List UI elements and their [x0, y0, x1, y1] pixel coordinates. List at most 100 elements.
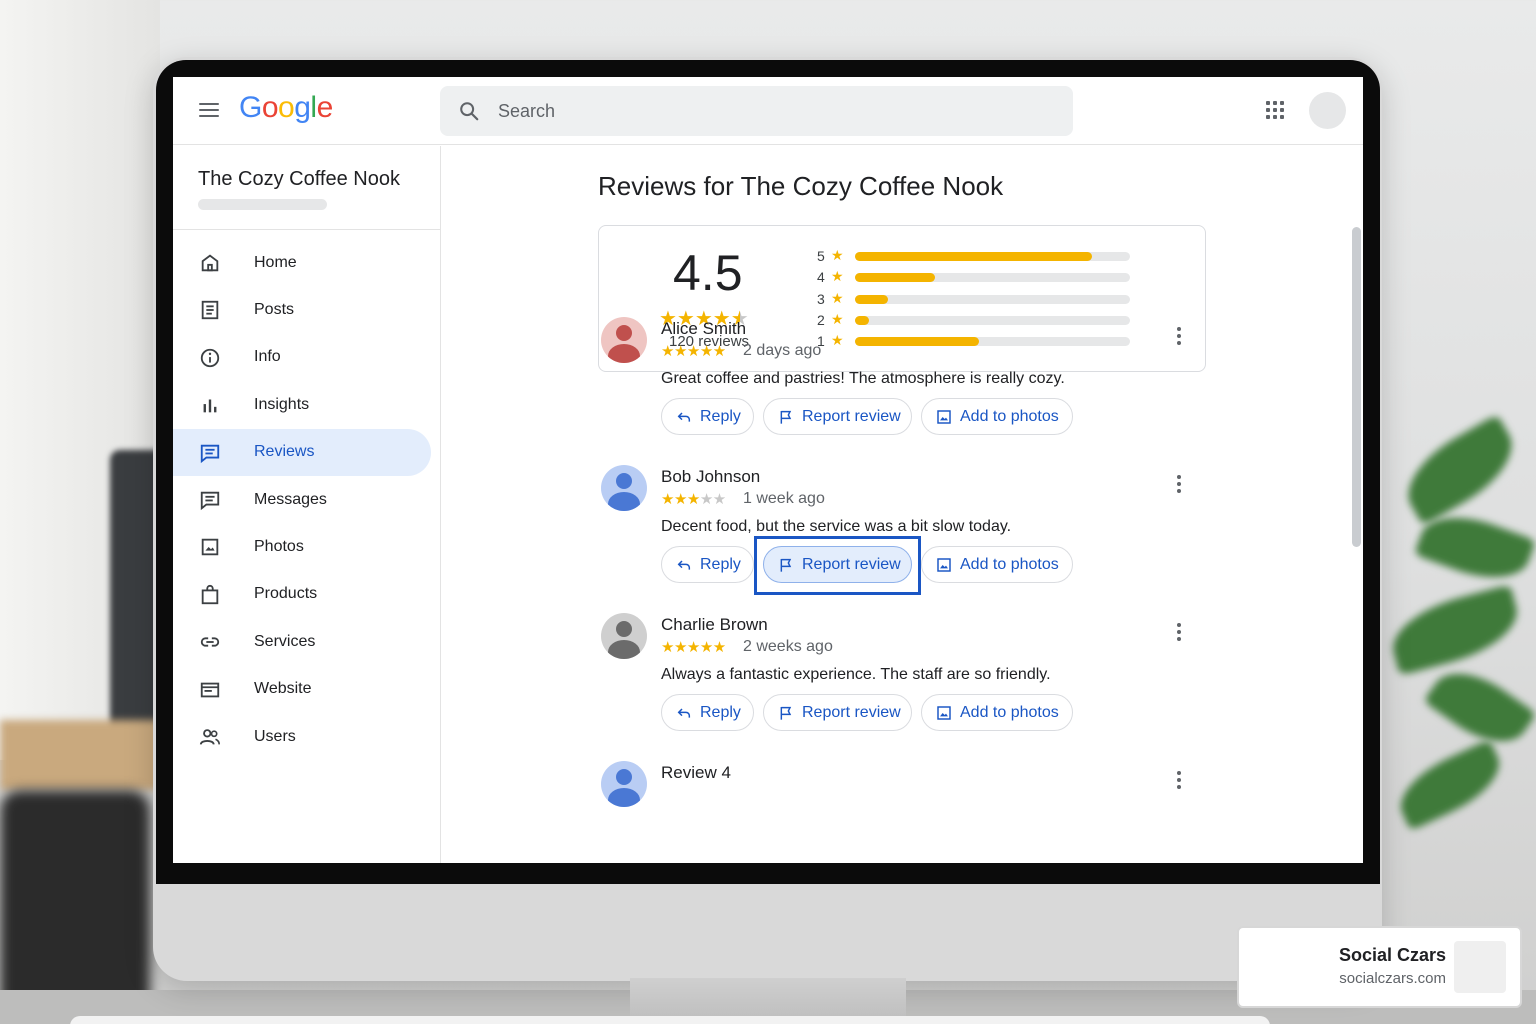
reviewer-avatar[interactable] [601, 317, 647, 363]
review-item: Bob Johnson ★★★★★ 1 week ago Decent food, b… [598, 459, 1208, 607]
distribution-fill [855, 252, 1092, 261]
button-label: Report review [802, 408, 901, 425]
button-label: Add to photos [960, 408, 1059, 425]
search-icon [460, 102, 479, 121]
reviewer-name[interactable]: Bob Johnson [661, 467, 760, 487]
account-avatar[interactable] [1309, 92, 1346, 129]
business-subtitle-placeholder [198, 199, 327, 210]
review-text: Decent food, but the service was a bit s… [661, 518, 1012, 535]
review-stars: ★★★★★ [661, 491, 726, 508]
review-time: 1 week ago [743, 490, 825, 507]
sidebar-item-label: Users [254, 727, 296, 745]
review-item: Alice Smith ★★★★★ 2 days ago Great coffee a… [598, 311, 1208, 459]
review-item: Charlie Brown ★★★★★ 2 weeks ago Always a fa… [598, 607, 1208, 755]
sidebar-item-label: Reviews [254, 443, 315, 461]
sidebar-item-label: Services [254, 632, 316, 650]
photos-icon [201, 539, 219, 556]
hamburger-menu-icon[interactable] [199, 103, 219, 117]
button-label: Add to photos [960, 556, 1059, 573]
reviewer-avatar[interactable] [601, 613, 647, 659]
distribution-row: 3 ★ [817, 290, 1137, 307]
sidebar-item-insights[interactable]: Insights [173, 381, 441, 428]
keyboard [70, 1016, 1270, 1024]
reply-button[interactable]: Reply [661, 694, 754, 731]
info-icon [200, 348, 220, 367]
reply-button[interactable]: Reply [661, 398, 754, 435]
google-logo[interactable]: Google [239, 91, 333, 125]
button-label: Add to photos [960, 704, 1059, 721]
plant-leaf [1389, 739, 1511, 831]
button-label: Report review [802, 704, 901, 721]
review-text: Always a fantastic experience. The staff… [661, 666, 1051, 683]
flag-icon [780, 410, 792, 424]
review-time: 2 days ago [743, 342, 822, 359]
sidebar-item-products[interactable]: Products [173, 571, 441, 618]
reviewer-name[interactable]: Alice Smith [661, 319, 746, 339]
reviewer-avatar[interactable] [601, 761, 647, 807]
services-icon [200, 637, 220, 647]
add-to-photos-button[interactable]: Add to photos [921, 694, 1073, 731]
more-options-icon[interactable] [1176, 327, 1182, 347]
report-review-button[interactable]: Report review [763, 546, 912, 583]
sidebar-item-website[interactable]: Website [173, 666, 441, 713]
add-to-photos-button[interactable]: Add to photos [921, 398, 1073, 435]
distribution-star-number: 4 [817, 269, 825, 286]
sidebar-item-posts[interactable]: Posts [173, 286, 441, 333]
sidebar-item-label: Products [254, 585, 318, 603]
review-time: 2 weeks ago [743, 638, 833, 655]
search-input[interactable] [498, 86, 1058, 136]
distribution-track [855, 294, 1130, 304]
home-icon [201, 254, 219, 272]
flag-icon [780, 706, 792, 720]
star-icon: ★ [831, 247, 844, 263]
review-stars: ★★★★★ [661, 639, 726, 656]
add-photo-icon [937, 410, 951, 424]
button-label: Reply [700, 704, 741, 721]
distribution-track [855, 273, 1130, 283]
sidebar-item-users[interactable]: Users [173, 713, 441, 760]
plant-leaf [1384, 584, 1526, 676]
report-review-button[interactable]: Report review [763, 694, 912, 731]
website-icon [200, 682, 220, 697]
distribution-star-number: 3 [817, 290, 825, 307]
reviewer-name[interactable]: Charlie Brown [661, 615, 768, 635]
scrollbar[interactable] [1352, 227, 1361, 547]
sidebar-item-label: Posts [254, 301, 295, 319]
reviewer-name[interactable]: Review 4 [661, 763, 731, 783]
average-rating: 4.5 [673, 245, 743, 301]
messages-icon [200, 491, 220, 511]
flag-icon [780, 558, 792, 572]
watermark-name: Social Czars [1338, 945, 1446, 965]
reply-icon [677, 412, 691, 422]
posts-icon [201, 301, 219, 320]
plant-leaf [1393, 414, 1527, 526]
more-options-icon[interactable] [1176, 475, 1182, 495]
users-icon [199, 729, 220, 745]
business-name: The Cozy Coffee Nook [198, 168, 400, 190]
sidebar-item-photos[interactable]: Photos [173, 523, 441, 570]
main-content: Reviews for The Cozy Coffee Nook 4.5 ★★★… [442, 146, 1363, 863]
reviewer-avatar[interactable] [601, 465, 647, 511]
button-label: Report review [802, 556, 901, 573]
review-item: Review 4 [598, 755, 1208, 863]
add-to-photos-button[interactable]: Add to photos [921, 546, 1073, 583]
more-options-icon[interactable] [1176, 771, 1182, 791]
sidebar-item-label: Messages [254, 490, 327, 508]
sidebar-item-reviews[interactable]: Reviews [173, 428, 431, 476]
apps-grid-icon[interactable] [1266, 101, 1286, 121]
distribution-star-number: 5 [817, 248, 825, 264]
sidebar-item-label: Photos [254, 538, 304, 556]
reply-icon [677, 560, 691, 570]
report-review-button[interactable]: Report review [763, 398, 912, 435]
watermark-badge: Social Czars socialczars.com [1237, 926, 1522, 1008]
more-options-icon[interactable] [1176, 623, 1182, 643]
reply-button[interactable]: Reply [661, 546, 754, 583]
sidebar-item-services[interactable]: Services [173, 618, 441, 665]
search-bar[interactable] [440, 86, 1073, 136]
screen: Google The Cozy Coffee Nook Home [173, 77, 1363, 863]
sidebar-item-info[interactable]: Info [173, 334, 441, 381]
sidebar-nav: Home Posts Info Insights Reviews Message… [173, 239, 441, 760]
sidebar-item-messages[interactable]: Messages [173, 476, 441, 523]
sidebar-item-home[interactable]: Home [173, 239, 441, 286]
top-bar: Google [173, 77, 1363, 145]
